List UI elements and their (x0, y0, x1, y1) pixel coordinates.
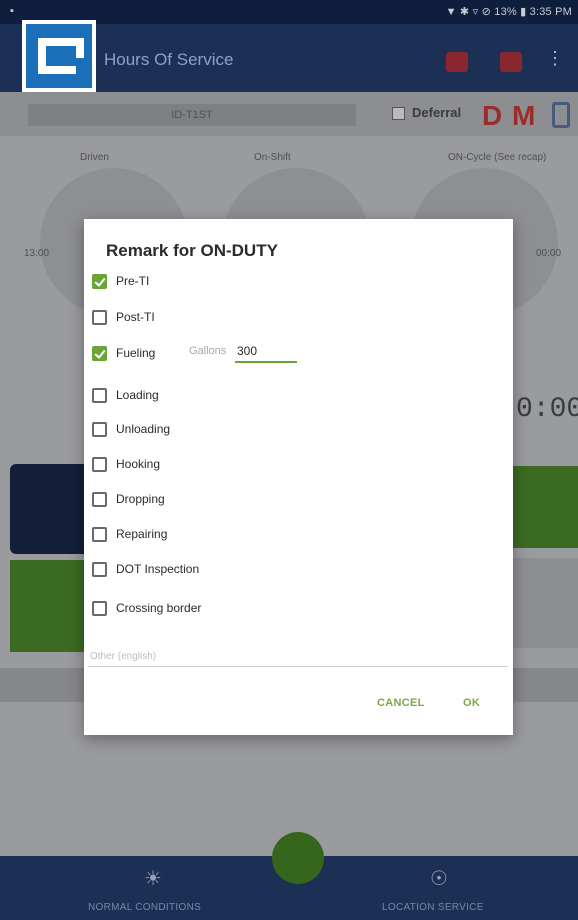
location-icon[interactable]: ☉ (430, 866, 448, 891)
m-button[interactable]: M (512, 100, 535, 132)
fab-button[interactable] (272, 832, 324, 884)
checkbox[interactable] (92, 561, 107, 577)
option-label: Crossing border (116, 601, 202, 615)
app-logo[interactable] (22, 20, 96, 92)
option-loading[interactable]: Loading (92, 385, 159, 405)
right-time: 00:00 (536, 248, 562, 259)
checkbox[interactable] (92, 456, 107, 472)
checkbox[interactable] (92, 345, 107, 361)
logo-mark-corner (64, 38, 84, 58)
option-post-ti[interactable]: Post-TI (92, 307, 155, 327)
more-vertical-icon[interactable]: ⋮ (546, 48, 564, 69)
nav-label-location[interactable]: LOCATION SERVICE (382, 902, 484, 913)
other-remark-input[interactable] (88, 647, 508, 667)
person-alert-icon[interactable] (446, 52, 468, 72)
option-label: Loading (116, 388, 159, 402)
left-time: 13:00 (24, 248, 50, 259)
deferral-label: Deferral (412, 105, 462, 120)
checkbox[interactable] (92, 309, 107, 325)
option-label: Hooking (116, 457, 161, 471)
option-label: DOT Inspection (116, 562, 200, 576)
gauge-label-shift: On-Shift (254, 152, 291, 163)
cancel-button[interactable]: CANCEL (377, 697, 425, 709)
checkbox[interactable] (92, 421, 107, 437)
nav-label-conditions[interactable]: NORMAL CONDITIONS (88, 902, 201, 913)
remark-dialog: Remark for ON-DUTY Pre-TI Post-TI Fuelin… (84, 219, 513, 735)
dialog-title: Remark for ON-DUTY (106, 241, 278, 260)
option-dropping[interactable]: Dropping (92, 489, 165, 509)
checkbox[interactable] (92, 526, 107, 542)
checkbox[interactable] (92, 491, 107, 507)
gallons-label: Gallons (189, 345, 227, 357)
option-label: Dropping (116, 492, 165, 506)
duty-clock: 0:00 (516, 394, 578, 425)
checkbox[interactable] (92, 600, 107, 616)
option-hooking[interactable]: Hooking (92, 454, 160, 474)
option-pre-ti[interactable]: Pre-TI (92, 271, 149, 291)
option-label: Repairing (116, 527, 168, 541)
app-title: Hours Of Service (104, 50, 234, 69)
option-label: Unloading (116, 422, 171, 436)
gauge-label-cycle: ON-Cycle (See recap) (448, 152, 547, 163)
status-indicators: ▼ ✱ ▿ ⊘ 13% ▮ 3:35 PM (445, 6, 572, 18)
gauge-label-driven: Driven (80, 152, 109, 163)
option-unloading[interactable]: Unloading (92, 419, 170, 439)
deferral-checkbox[interactable] (392, 107, 405, 120)
option-label: Post-TI (116, 310, 155, 324)
option-fueling[interactable]: Fueling (92, 343, 155, 363)
vehicle-field[interactable]: ID-T1ST (28, 104, 356, 126)
d-button[interactable]: D (482, 100, 502, 132)
option-repairing[interactable]: Repairing (92, 524, 167, 544)
checkbox[interactable] (92, 387, 107, 403)
checkbox[interactable] (92, 273, 107, 289)
gallons-input[interactable] (235, 341, 297, 363)
ok-button[interactable]: OK (463, 697, 480, 709)
status-left: ▪ (10, 5, 14, 17)
option-crossing-border[interactable]: Crossing border (92, 598, 201, 618)
option-dot-inspection[interactable]: DOT Inspection (92, 559, 199, 579)
option-label: Fueling (116, 346, 156, 360)
clipboard-icon[interactable] (552, 102, 570, 128)
screen: ▪ ▼ ✱ ▿ ⊘ 13% ▮ 3:35 PM Hours Of Service… (0, 0, 578, 920)
option-label: Pre-TI (116, 274, 150, 288)
sun-icon[interactable]: ☀ (144, 866, 162, 891)
camera-icon[interactable] (500, 52, 522, 72)
